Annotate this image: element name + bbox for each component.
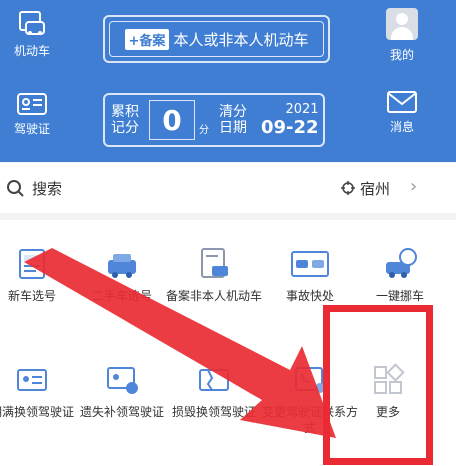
service-label: 备案非本人机动车 — [166, 289, 263, 303]
header-banner: 机动车 驾驶证 我的 消息 +备案 本人或非本人机动车 累积记分 0 分 清分日… — [0, 0, 456, 162]
filing-badge: +备案 — [124, 28, 170, 50]
service-renew-license[interactable]: 期满换领驾驶证 — [0, 362, 80, 420]
filing-card[interactable]: +备案 本人或非本人机动车 — [103, 15, 330, 63]
red-highlight-box — [323, 305, 433, 465]
clear-date: 2021 09-22 — [261, 102, 319, 138]
license-button[interactable]: 驾驶证 — [0, 92, 64, 137]
service-label: 期满换领驾驶证 — [0, 405, 74, 419]
vehicle-document-icon — [201, 248, 228, 278]
service-label: 事故快处 — [285, 289, 334, 303]
message-button[interactable]: 消息 — [370, 90, 434, 135]
search-placeholder: 搜索 — [32, 180, 63, 198]
service-label: 损毁换领驾驶证 — [171, 405, 256, 419]
points-label: 累积记分 — [111, 104, 139, 136]
service-quick-accident[interactable]: 事故快处 — [262, 246, 358, 304]
service-label: 遗失补领驾驶证 — [79, 405, 164, 419]
message-label: 消息 — [389, 120, 414, 134]
service-label: 一键挪车 — [375, 289, 424, 303]
clear-date-label: 清分日期 — [219, 104, 247, 136]
service-damaged-license[interactable]: 损毁换领驾驶证 — [166, 362, 262, 420]
points-card[interactable]: 累积记分 0 分 清分日期 2021 09-22 — [103, 93, 325, 147]
service-lost-license[interactable]: 遗失补领驾驶证 — [74, 362, 170, 420]
points-value: 0 — [149, 100, 195, 140]
city-selector[interactable]: 宿州 — [360, 178, 390, 199]
service-label: 二手车选号 — [91, 289, 152, 303]
location-icon — [341, 181, 355, 195]
used-car-plate-icon — [108, 254, 136, 278]
license-label: 驾驶证 — [13, 122, 50, 136]
vehicle-label: 机动车 — [13, 44, 50, 58]
car-document-icon — [19, 11, 45, 35]
service-move-car[interactable]: 一键挪车 — [352, 246, 448, 304]
search-icon — [7, 180, 24, 197]
app-screen: { "header": { "vehicle_label": "机动车", "l… — [0, 0, 456, 466]
accident-icon — [291, 251, 329, 277]
envelope-icon — [387, 91, 417, 113]
profile-button[interactable]: 我的 — [370, 8, 434, 63]
clear-year: 2021 — [285, 102, 319, 117]
license-lost-icon — [107, 367, 138, 394]
new-car-plate-icon — [19, 249, 45, 279]
id-card-icon — [17, 93, 47, 115]
search-bar[interactable]: 搜索 宿州 › — [0, 163, 456, 213]
service-used-car-plate[interactable]: 二手车选号 — [74, 246, 170, 304]
vehicle-button[interactable]: 机动车 — [0, 10, 64, 59]
chevron-right-icon: › — [410, 176, 418, 197]
service-file-other-vehicle[interactable]: 备案非本人机动车 — [166, 246, 262, 304]
avatar-icon — [386, 8, 418, 40]
points-unit: 分 — [199, 124, 209, 136]
service-new-car-plate[interactable]: 新车选号 — [0, 246, 80, 304]
filing-text: 本人或非本人机动车 — [173, 30, 309, 49]
license-damaged-icon — [199, 369, 229, 391]
clear-month-day: 09-22 — [261, 117, 319, 138]
license-renew-icon — [17, 369, 47, 391]
profile-label: 我的 — [389, 48, 414, 62]
service-label: 新车选号 — [7, 289, 56, 303]
move-car-icon — [386, 248, 417, 278]
